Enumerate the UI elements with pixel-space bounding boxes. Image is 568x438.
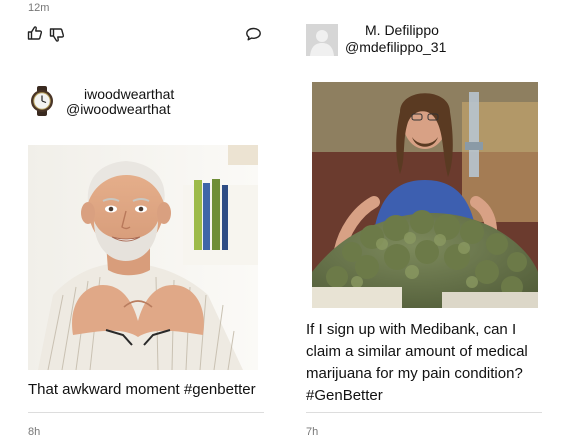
caption-line: If I sign up with Medibank, can I [306,321,517,338]
post-image[interactable] [312,82,538,308]
author-name[interactable]: M. Defilippo [365,22,439,38]
post-caption: That awkward moment #genbetter [28,381,256,398]
thumbs-down-icon[interactable] [49,27,65,43]
post-author-handle[interactable]: @iwoodwearthat [66,101,171,117]
caption-line: marijuana for my pain condition? [306,365,523,382]
post-caption: If I sign up with Medibank, can I claim … [306,319,556,407]
avatar[interactable] [306,24,338,56]
post-timestamp-bottom: 7h [306,426,319,438]
caption-line: #GenBetter [306,387,383,404]
caption-line: claim a similar amount of medical [306,343,528,360]
post-divider [28,412,264,413]
post-timestamp-bottom: 8h [28,426,41,438]
avatar[interactable] [27,86,57,116]
post-divider [306,412,542,413]
post-author-name[interactable]: iwoodwearthat [84,86,174,102]
watch-icon [31,86,53,116]
post-timestamp-top: 12m [28,2,50,14]
thumbs-up-icon[interactable] [27,25,43,41]
post-image[interactable] [28,145,258,370]
comment-icon[interactable] [245,26,262,42]
author-handle[interactable]: @mdefilippo_31 [345,39,446,55]
default-user-icon [306,24,338,56]
